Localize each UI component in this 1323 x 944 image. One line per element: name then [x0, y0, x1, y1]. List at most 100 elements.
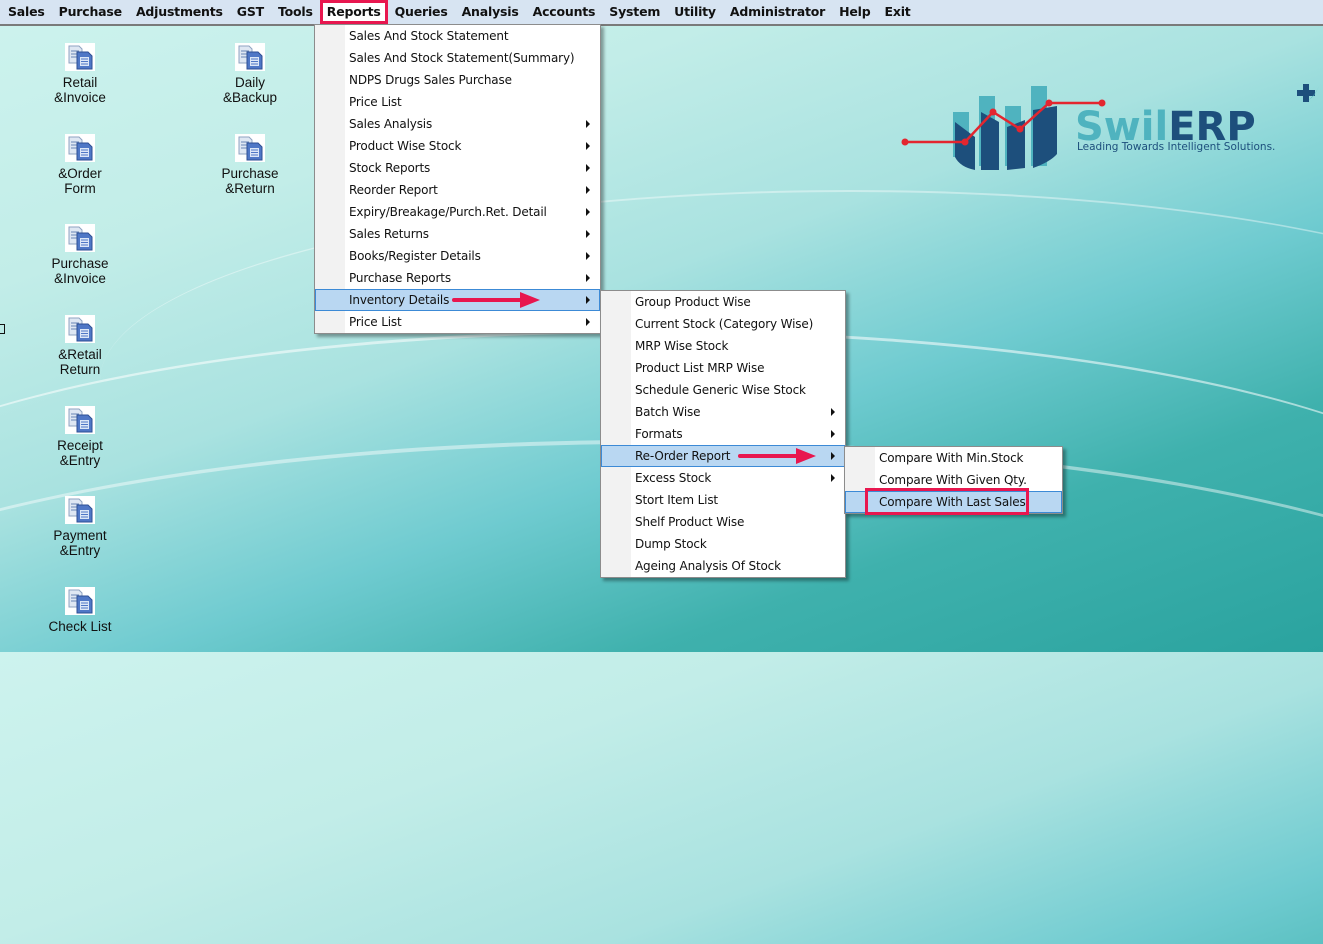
- menu-purchase[interactable]: Purchase: [52, 0, 129, 24]
- menu-system[interactable]: System: [602, 0, 667, 24]
- menu-item-label: Sales Returns: [349, 227, 429, 241]
- menu-exit[interactable]: Exit: [878, 0, 918, 24]
- menu-item-stort-item-list[interactable]: Stort Item List: [601, 489, 845, 511]
- menu-item-books-register-details[interactable]: Books/Register Details: [315, 245, 600, 267]
- menu-item-group-product-wise[interactable]: Group Product Wise: [601, 291, 845, 313]
- swilerp-logo: SwilERP Leading Towards Intelligent Solu…: [901, 84, 1319, 170]
- menu-item-sales-analysis[interactable]: Sales Analysis: [315, 113, 600, 135]
- shortcut-label: Purchase: [221, 166, 279, 181]
- document-icon: [235, 43, 265, 71]
- document-icon: [65, 134, 95, 162]
- shortcut-label: Retail: [62, 75, 98, 90]
- menu-item-label: Purchase Reports: [349, 271, 451, 285]
- document-icon: [65, 43, 95, 71]
- menu-item-price-list[interactable]: Price List: [315, 91, 600, 113]
- menu-sales[interactable]: Sales: [1, 0, 52, 24]
- desktop-shortcut-purchase-return[interactable]: Purchase &Return: [200, 134, 300, 196]
- menu-item-label: Dump Stock: [635, 537, 707, 551]
- menu-item-formats[interactable]: Formats: [601, 423, 845, 445]
- reorder-report-submenu: Compare With Min.Stock Compare With Given…: [844, 446, 1063, 514]
- desktop-shortcut-order-form[interactable]: &Order Form: [30, 134, 130, 196]
- menu-item-price-list[interactable]: Price List: [315, 311, 600, 333]
- desktop-shortcut-payment-entry[interactable]: Payment &Entry: [30, 496, 130, 558]
- menu-adjustments[interactable]: Adjustments: [129, 0, 230, 24]
- submenu-arrow-icon: [831, 408, 835, 416]
- menu-item-ndps-drugs-sales-purchase[interactable]: NDPS Drugs Sales Purchase: [315, 69, 600, 91]
- menu-utility[interactable]: Utility: [667, 0, 723, 24]
- shortcut-label: &Invoice: [54, 90, 106, 105]
- menu-item-label: Product List MRP Wise: [635, 361, 765, 375]
- menu-item-expiry-breakage-purch-ret-detail[interactable]: Expiry/Breakage/Purch.Ret. Detail: [315, 201, 600, 223]
- menu-item-schedule-generic-wise-stock[interactable]: Schedule Generic Wise Stock: [601, 379, 845, 401]
- menu-item-compare-with-min-stock[interactable]: Compare With Min.Stock: [845, 447, 1062, 469]
- menu-item-batch-wise[interactable]: Batch Wise: [601, 401, 845, 423]
- menu-item-product-list-mrp-wise[interactable]: Product List MRP Wise: [601, 357, 845, 379]
- menu-item-label: Stort Item List: [635, 493, 718, 507]
- desktop-shortcut-daily-backup[interactable]: Daily &Backup: [200, 43, 300, 105]
- menu-item-label: Excess Stock: [635, 471, 712, 485]
- menu-queries[interactable]: Queries: [388, 0, 455, 24]
- menu-item-label: Group Product Wise: [635, 295, 751, 309]
- submenu-arrow-icon: [586, 274, 590, 282]
- annotation-arrow-reorder: [738, 448, 816, 464]
- menu-item-label: Shelf Product Wise: [635, 515, 745, 529]
- desktop-shortcut-receipt-entry[interactable]: Receipt &Entry: [30, 406, 130, 468]
- menu-item-current-stock-category-wise[interactable]: Current Stock (Category Wise): [601, 313, 845, 335]
- menu-item-shelf-product-wise[interactable]: Shelf Product Wise: [601, 511, 845, 533]
- menu-item-purchase-reports[interactable]: Purchase Reports: [315, 267, 600, 289]
- menu-item-excess-stock[interactable]: Excess Stock: [601, 467, 845, 489]
- menu-item-label: Product Wise Stock: [349, 139, 462, 153]
- desktop-shortcut-retail-return[interactable]: &Retail Return: [30, 315, 130, 377]
- menu-item-ageing-analysis-of-stock[interactable]: Ageing Analysis Of Stock: [601, 555, 845, 577]
- shortcut-label: Check List: [48, 619, 112, 634]
- submenu-arrow-icon: [586, 252, 590, 260]
- menu-bar: Sales Purchase Adjustments GST Tools Rep…: [0, 0, 1323, 26]
- submenu-arrow-icon: [586, 164, 590, 172]
- menu-item-label: Books/Register Details: [349, 249, 481, 263]
- submenu-arrow-icon: [586, 296, 590, 304]
- menu-item-label: Compare With Last Sales: [879, 495, 1026, 509]
- document-icon: [65, 587, 95, 615]
- menu-item-label: Formats: [635, 427, 683, 441]
- menu-accounts[interactable]: Accounts: [526, 0, 603, 24]
- logo-tagline: Leading Towards Intelligent Solutions.: [1077, 141, 1275, 153]
- menu-item-label: Reorder Report: [349, 183, 438, 197]
- annotation-arrow-inventory: [452, 292, 540, 308]
- menu-administrator[interactable]: Administrator: [723, 0, 832, 24]
- submenu-arrow-icon: [586, 318, 590, 326]
- submenu-arrow-icon: [586, 186, 590, 194]
- menu-item-sales-and-stock-statement[interactable]: Sales And Stock Statement: [315, 25, 600, 47]
- document-icon: [65, 406, 95, 434]
- menu-item-label: Price List: [349, 315, 402, 329]
- menu-item-stock-reports[interactable]: Stock Reports: [315, 157, 600, 179]
- menu-analysis[interactable]: Analysis: [455, 0, 526, 24]
- shortcut-label: Receipt: [57, 438, 103, 453]
- menu-item-sales-and-stock-statement-summary[interactable]: Sales And Stock Statement(Summary): [315, 47, 600, 69]
- menu-item-dump-stock[interactable]: Dump Stock: [601, 533, 845, 555]
- menu-item-label: Compare With Given Qty.: [879, 473, 1027, 487]
- menu-item-label: MRP Wise Stock: [635, 339, 729, 353]
- menu-item-sales-returns[interactable]: Sales Returns: [315, 223, 600, 245]
- desktop-shortcut-retail-invoice[interactable]: Retail &Invoice: [30, 43, 130, 105]
- shortcut-label: &Entry: [59, 453, 101, 468]
- menu-item-label: Schedule Generic Wise Stock: [635, 383, 806, 397]
- menu-item-compare-with-last-sales[interactable]: Compare With Last Sales: [845, 491, 1062, 513]
- menu-gst[interactable]: GST: [230, 0, 271, 24]
- window-fragment: [0, 324, 5, 334]
- submenu-arrow-icon: [831, 430, 835, 438]
- desktop-shortcut-purchase-invoice[interactable]: Purchase &Invoice: [30, 224, 130, 286]
- menu-item-reorder-report[interactable]: Reorder Report: [315, 179, 600, 201]
- desktop-shortcut-check-list[interactable]: Check List: [30, 587, 130, 634]
- menu-item-mrp-wise-stock[interactable]: MRP Wise Stock: [601, 335, 845, 357]
- document-icon: [65, 496, 95, 524]
- menu-tools[interactable]: Tools: [271, 0, 320, 24]
- shortcut-label: &Backup: [222, 90, 278, 105]
- menu-item-label: Sales And Stock Statement(Summary): [349, 51, 575, 65]
- menu-item-product-wise-stock[interactable]: Product Wise Stock: [315, 135, 600, 157]
- menu-item-label: Batch Wise: [635, 405, 701, 419]
- submenu-arrow-icon: [831, 474, 835, 482]
- menu-item-compare-with-given-qty[interactable]: Compare With Given Qty.: [845, 469, 1062, 491]
- shortcut-label: Purchase: [51, 256, 109, 271]
- menu-help[interactable]: Help: [832, 0, 877, 24]
- menu-reports[interactable]: Reports: [319, 0, 388, 24]
